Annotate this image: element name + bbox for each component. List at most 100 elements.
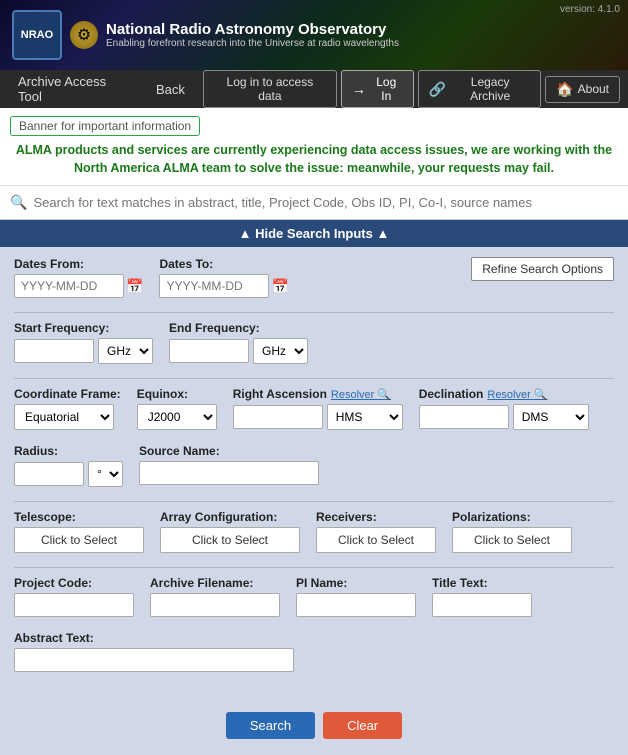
dates-to-input-wrapper: 📅: [159, 274, 288, 298]
title-text-group: Title Text:: [432, 576, 532, 617]
dates-from-label: Dates From:: [14, 257, 143, 271]
end-freq-input-wrapper: GHzMHzTHz: [169, 338, 308, 364]
coord-row: Coordinate Frame: Equatorial Galactic Ec…: [14, 387, 614, 430]
legacy-archive-button[interactable]: 🔗 Legacy Archive: [418, 70, 542, 108]
ra-label: Right Ascension: [233, 387, 327, 401]
back-link[interactable]: Back: [146, 74, 195, 105]
dates-to-input[interactable]: [159, 274, 269, 298]
polarizations-label: Polarizations:: [452, 510, 572, 524]
ra-label-row: Right Ascension Resolver 🔍: [233, 387, 403, 401]
dec-label: Declination: [419, 387, 484, 401]
title-text-label: Title Text:: [432, 576, 532, 590]
dec-resolver-link[interactable]: Resolver 🔍: [487, 388, 547, 401]
search-panel: ▲ Hide Search Inputs ▲ Dates From: 📅 Dat…: [0, 220, 628, 755]
receivers-select-button[interactable]: Click to Select: [316, 527, 436, 553]
login-button[interactable]: → Log In: [341, 70, 414, 108]
coord-frame-select[interactable]: Equatorial Galactic Ecliptic: [14, 404, 114, 430]
dec-unit-select[interactable]: DMSDegrees: [513, 404, 589, 430]
abstract-text-input[interactable]: [14, 648, 294, 672]
refine-search-button[interactable]: Refine Search Options: [471, 257, 614, 281]
start-freq-input-wrapper: GHzMHzTHz: [14, 338, 153, 364]
dates-from-group: Dates From: 📅: [14, 257, 143, 298]
pi-name-input[interactable]: [296, 593, 416, 617]
source-name-input[interactable]: [139, 461, 319, 485]
login-to-data-button[interactable]: Log in to access data: [203, 70, 337, 108]
telescope-label: Telescope:: [14, 510, 144, 524]
coord-frame-group: Coordinate Frame: Equatorial Galactic Ec…: [14, 387, 121, 430]
radius-label: Radius:: [14, 444, 123, 458]
dec-label-row: Declination Resolver 🔍: [419, 387, 589, 401]
start-freq-input[interactable]: [14, 339, 94, 363]
dates-to-label: Dates To:: [159, 257, 288, 271]
source-name-label: Source Name:: [139, 444, 319, 458]
coord-frame-label: Coordinate Frame:: [14, 387, 121, 401]
array-config-group: Array Configuration: Click to Select: [160, 510, 300, 553]
ra-input[interactable]: [233, 405, 323, 429]
hide-search-toggle[interactable]: ▲ Hide Search Inputs ▲: [0, 220, 628, 247]
banner-area: Banner for important information ALMA pr…: [0, 108, 628, 186]
ra-input-wrapper: HMSDegrees: [233, 404, 403, 430]
banner-message: ALMA products and services are currently…: [10, 142, 618, 177]
dec-input[interactable]: [419, 405, 509, 429]
archive-filename-group: Archive Filename:: [150, 576, 280, 617]
dec-input-wrapper: DMSDegrees: [419, 404, 589, 430]
version-badge: version: 4.1.0: [560, 4, 620, 15]
about-button[interactable]: 🏠 About: [545, 76, 620, 103]
telescope-group: Telescope: Click to Select: [14, 510, 144, 553]
calendar-icon-to[interactable]: 📅: [271, 278, 288, 295]
title-text-input[interactable]: [432, 593, 532, 617]
search-icon: 🔍: [10, 194, 27, 211]
end-freq-group: End Frequency: GHzMHzTHz: [169, 321, 308, 364]
dates-from-input[interactable]: [14, 274, 124, 298]
source-name-group: Source Name:: [139, 444, 319, 485]
navbar: Archive Access Tool Back Log in to acces…: [0, 70, 628, 108]
ra-resolver-link[interactable]: Resolver 🔍: [331, 388, 391, 401]
header-text: National Radio Astronomy Observatory Ena…: [106, 21, 399, 49]
ra-unit-select[interactable]: HMSDegrees: [327, 404, 403, 430]
equinox-select[interactable]: J2000 B1950: [137, 404, 217, 430]
radius-unit-select[interactable]: °'": [88, 461, 123, 487]
observatory-name: National Radio Astronomy Observatory: [106, 21, 399, 38]
home-icon: 🏠: [556, 81, 573, 98]
array-config-select-button[interactable]: Click to Select: [160, 527, 300, 553]
start-freq-unit-select[interactable]: GHzMHzTHz: [98, 338, 153, 364]
polarizations-group: Polarizations: Click to Select: [452, 510, 572, 553]
archive-filename-input[interactable]: [150, 593, 280, 617]
polarizations-select-button[interactable]: Click to Select: [452, 527, 572, 553]
project-code-input[interactable]: [14, 593, 134, 617]
start-freq-label: Start Frequency:: [14, 321, 153, 335]
archive-filename-label: Archive Filename:: [150, 576, 280, 590]
telescope-row: Telescope: Click to Select Array Configu…: [14, 510, 614, 553]
project-code-group: Project Code:: [14, 576, 134, 617]
array-config-label: Array Configuration:: [160, 510, 300, 524]
receivers-group: Receivers: Click to Select: [316, 510, 436, 553]
nrao-logo: NRAO: [12, 10, 62, 60]
pi-name-label: PI Name:: [296, 576, 416, 590]
refine-wrapper: Refine Search Options: [305, 257, 614, 281]
search-input[interactable]: [33, 195, 618, 210]
abstract-text-label: Abstract Text:: [14, 631, 294, 645]
banner-label: Banner for important information: [10, 116, 200, 136]
telescope-select-button[interactable]: Click to Select: [14, 527, 144, 553]
end-freq-unit-select[interactable]: GHzMHzTHz: [253, 338, 308, 364]
divider-1: [14, 312, 614, 313]
radius-input[interactable]: [14, 462, 84, 486]
calendar-icon-from[interactable]: 📅: [126, 278, 143, 295]
radius-source-row: Radius: °'" Source Name:: [14, 444, 614, 487]
search-icon-ra: 🔍: [377, 389, 391, 401]
divider-2: [14, 378, 614, 379]
frequency-row: Start Frequency: GHzMHzTHz End Frequency…: [14, 321, 614, 364]
search-button[interactable]: Search: [226, 712, 315, 739]
clear-button[interactable]: Clear: [323, 712, 402, 739]
link-icon: 🔗: [429, 81, 446, 98]
dates-to-group: Dates To: 📅: [159, 257, 288, 298]
abstract-row: Abstract Text:: [14, 631, 614, 672]
ra-group: Right Ascension Resolver 🔍 HMSDegrees: [233, 387, 403, 430]
equinox-label: Equinox:: [137, 387, 217, 401]
bottom-actions: Search Clear: [0, 696, 628, 755]
project-row: Project Code: Archive Filename: PI Name:…: [14, 576, 614, 617]
project-code-label: Project Code:: [14, 576, 134, 590]
logo-area: NRAO ⚙ National Radio Astronomy Observat…: [12, 10, 399, 60]
archive-access-link[interactable]: Archive Access Tool: [8, 66, 142, 112]
end-freq-input[interactable]: [169, 339, 249, 363]
